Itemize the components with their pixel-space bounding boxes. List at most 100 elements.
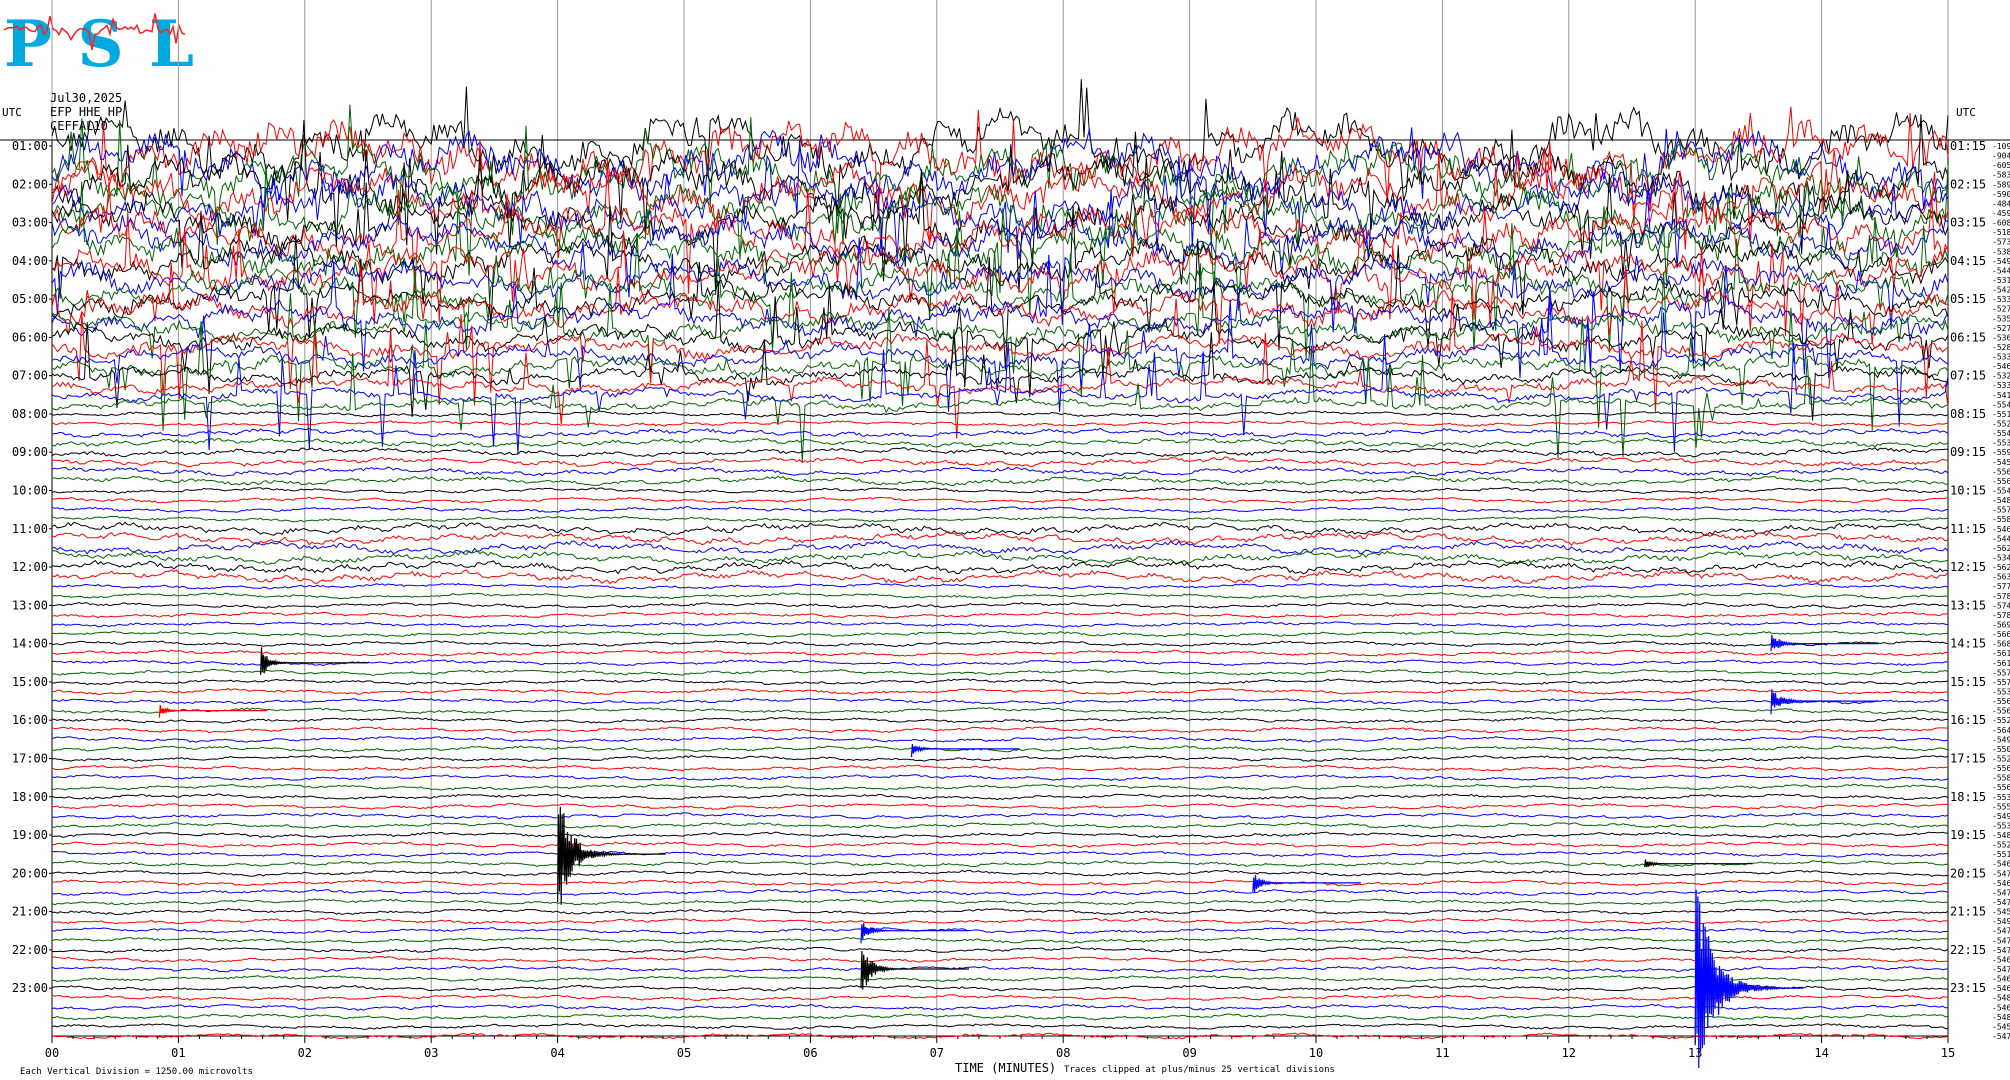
seismic-trace-77 <box>51 869 1949 877</box>
trace-offset-value: -5496 <box>1992 257 2010 266</box>
trace-offset-value: -5471 <box>1992 898 2010 907</box>
seismic-trace-51 <box>51 621 1949 628</box>
trace-offset-value: -5561 <box>1992 477 2010 486</box>
right-time-label: 17:15 <box>1950 751 1986 765</box>
left-time-label: 12:00 <box>12 560 48 574</box>
x-tick-label: 04 <box>550 1046 564 1060</box>
trace-offset-value: -5568 <box>1992 467 2010 476</box>
seismic-trace-82 <box>51 917 1949 925</box>
trace-offset-value: -5485 <box>1992 496 2010 505</box>
seismic-trace-68 <box>51 783 1949 791</box>
trace-offset-value: -5327 <box>1992 372 2010 381</box>
seismic-trace-66 <box>51 764 1949 772</box>
seismic-trace-32 <box>51 437 1949 448</box>
psl-logo-text: PSL <box>4 7 194 82</box>
x-tick-label: 09 <box>1182 1046 1196 1060</box>
psl-logo: PSL <box>3 7 194 82</box>
x-axis-ticks: 00 01 02 03 04 05 06 07 08 09 10 11 12 13 14 15 <box>45 1036 1955 1060</box>
seismic-trace-86 <box>51 955 1948 963</box>
event-burst-7 <box>860 923 969 944</box>
right-time-label: 07:15 <box>1950 369 1986 383</box>
left-utc-axis: UTC 01:00 02:00 03:00 04:00 05:00 06:00 07:00 08… <box>2 106 52 995</box>
trace-offset-value: -5787 <box>1992 592 2010 601</box>
trace-offset-value: -5909 <box>1992 190 2010 199</box>
seismic-trace-79 <box>51 889 1949 896</box>
event-burst-10 <box>910 744 1020 757</box>
x-tick-label: 14 <box>1814 1046 1828 1060</box>
left-time-label: 20:00 <box>12 866 48 880</box>
trace-offset-value: -5466 <box>1992 1003 2010 1012</box>
seismic-trace-65 <box>51 755 1949 762</box>
trace-offset-value: -6054 <box>1992 161 2010 170</box>
right-time-label: 21:15 <box>1950 905 1986 919</box>
seismic-trace-58 <box>51 687 1949 696</box>
seismic-trace-13 <box>51 205 1949 331</box>
x-tick-label: 00 <box>45 1046 59 1060</box>
right-time-label: 04:15 <box>1950 254 1986 268</box>
trace-offset-value: -5891 <box>1992 180 2010 189</box>
seismic-trace-43 <box>51 540 1949 555</box>
trace-offset-value: -5662 <box>1992 630 2010 639</box>
seismic-trace-39 <box>51 506 1949 514</box>
seismic-trace-92 <box>52 1013 1949 1021</box>
trace-offset-value: -5312 <box>1992 276 2010 285</box>
seismic-trace-67 <box>51 774 1949 782</box>
trace-offset-value: -5551 <box>1992 802 2010 811</box>
seismic-trace-78 <box>51 879 1949 887</box>
seismic-trace-33 <box>51 447 1948 458</box>
x-tick-label: 05 <box>677 1046 691 1060</box>
trace-offset-value: -5567 <box>1992 697 2010 706</box>
trace-offset-value: -5547 <box>1992 487 2010 496</box>
trace-offset-value: -5461 <box>1992 984 2010 993</box>
left-time-label: 08:00 <box>12 407 48 421</box>
header-channel: EFP HHE HP <box>50 105 122 119</box>
trace-offset-value: -5737 <box>1992 238 2010 247</box>
x-tick-label: 07 <box>930 1046 944 1060</box>
seismic-trace-48 <box>51 592 1949 600</box>
seismic-trace-57 <box>51 678 1949 686</box>
trace-offset-value: -5485 <box>1992 994 2010 1003</box>
trace-offset-value: -10937 <box>1992 142 2010 151</box>
trace-offset-value: -5472 <box>1992 1032 2010 1041</box>
trace-offset-value: -5273 <box>1992 305 2010 314</box>
right-time-label: 11:15 <box>1950 522 1986 536</box>
header-network: CEFFAL10 <box>50 119 108 133</box>
trace-offset-value: -5524 <box>1992 841 2010 850</box>
event-burst-3 <box>860 950 969 990</box>
event-burst-4 <box>1252 875 1361 893</box>
left-time-label: 13:00 <box>12 598 48 612</box>
seismic-trace-31 <box>51 427 1949 439</box>
trace-offset-value: -5695 <box>1992 620 2010 629</box>
seismic-trace-89 <box>51 984 1949 992</box>
trace-offset-value: -5627 <box>1992 544 2010 553</box>
right-time-label: 23:15 <box>1950 981 1986 995</box>
left-time-label: 15:00 <box>12 675 48 689</box>
trace-offset-value: -6083 <box>1992 219 2010 228</box>
seismic-trace-1 <box>51 79 1949 217</box>
x-tick-label: 08 <box>1056 1046 1070 1060</box>
seismic-trace-50 <box>51 611 1949 619</box>
trace-offset-value: -5338 <box>1992 381 2010 390</box>
trace-offset-value: -5536 <box>1992 687 2010 696</box>
trace-offset-value: -5359 <box>1992 314 2010 323</box>
right-time-label: 12:15 <box>1950 560 1986 574</box>
trace-offset-value: -5689 <box>1992 640 2010 649</box>
seismic-trace-62 <box>51 726 1949 734</box>
seismic-trace-85 <box>51 946 1949 954</box>
trace-offset-column: -10937-9043-6054-5839-5891-5909-4846-459… <box>1992 142 2010 1041</box>
left-time-label: 17:00 <box>12 751 48 765</box>
trace-offset-value: -5471 <box>1992 946 2010 955</box>
x-tick-label: 02 <box>298 1046 312 1060</box>
trace-offset-value: -5479 <box>1992 869 2010 878</box>
trace-offset-value: -5783 <box>1992 611 2010 620</box>
seismic-trace-59 <box>51 697 1949 705</box>
x-tick-label: 12 <box>1562 1046 1576 1060</box>
x-tick-label: 03 <box>424 1046 438 1060</box>
right-time-label: 02:15 <box>1950 177 1986 191</box>
trace-offset-value: -5449 <box>1992 266 2010 275</box>
seismic-trace-52 <box>51 630 1949 638</box>
seismic-trace-93 <box>51 1023 1949 1030</box>
seismic-trace-84 <box>51 936 1949 944</box>
trace-offset-value: -5588 <box>1992 774 2010 783</box>
trace-offset-value: -5463 <box>1992 362 2010 371</box>
